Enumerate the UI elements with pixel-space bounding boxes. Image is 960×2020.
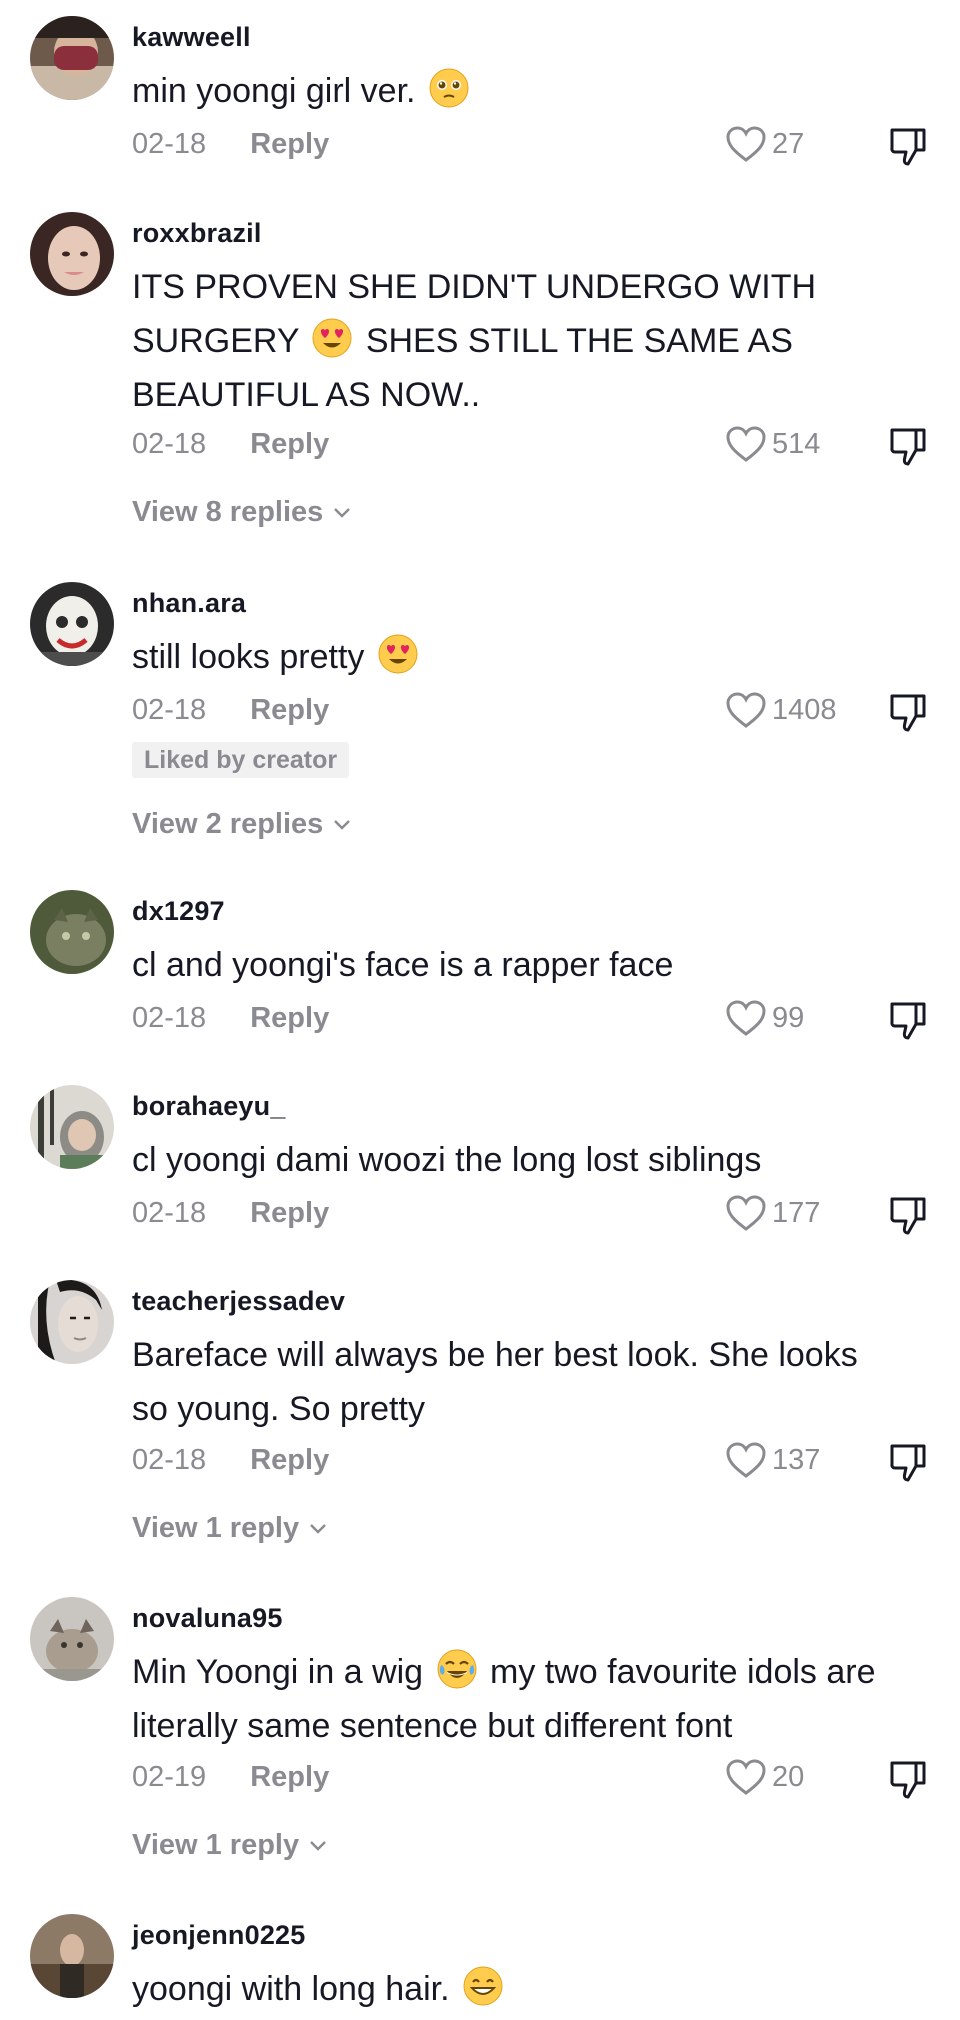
heart-icon [726, 426, 766, 462]
like-button[interactable]: 177 [724, 1191, 820, 1235]
avatar[interactable] [30, 212, 114, 296]
comment-item: jeonjenn0225 yoongi with long hair. [0, 1914, 960, 2020]
chevron-down-icon [334, 508, 351, 518]
comment-text: yoongi with long hair. [132, 1962, 942, 2016]
pleading-face-emoji-icon [429, 68, 469, 108]
reply-button[interactable]: Reply [250, 998, 329, 1038]
like-count: 27 [772, 127, 805, 160]
heart-eyes-emoji-icon [378, 634, 418, 674]
view-replies-button[interactable]: View 1 reply [132, 1825, 329, 1865]
heart-icon [726, 692, 766, 728]
tears-of-joy-emoji-icon [437, 1649, 477, 1689]
comment-text: cl yoongi dami woozi the long lost sibli… [132, 1141, 762, 1179]
comment-text: Min Yoongi in a wig my two favourite ido… [132, 1645, 942, 1753]
comment-meta: 02-18 Reply [132, 1440, 329, 1480]
comment-item: borahaeyu_ cl yoongi dami woozi the long… [0, 1085, 960, 1245]
username[interactable]: kawweell [132, 22, 251, 53]
heart-icon [726, 1195, 766, 1231]
comment-text: ITS PROVEN SHE DIDN'T UNDERGO WITH SURGE… [132, 268, 817, 414]
comment-item: nhan.ara still looks pretty 02-18 Reply … [0, 582, 960, 852]
view-replies-button[interactable]: View 8 replies [132, 492, 353, 532]
chevron-down-icon [310, 1524, 326, 1534]
comment-meta: 02-18 Reply [132, 998, 329, 1038]
view-replies-button[interactable]: View 1 reply [132, 1508, 329, 1548]
comment-date: 02-18 [132, 1197, 207, 1229]
avatar[interactable] [30, 890, 114, 974]
comment-date: 02-18 [132, 1002, 207, 1034]
username[interactable]: borahaeyu_ [132, 1091, 286, 1122]
username[interactable]: nhan.ara [132, 588, 246, 619]
reply-button[interactable]: Reply [250, 424, 329, 464]
avatar[interactable] [30, 1597, 114, 1681]
username[interactable]: roxxbrazil [132, 218, 262, 249]
comment-meta: 02-18 Reply [132, 690, 329, 730]
dislike-icon[interactable] [886, 1440, 930, 1484]
heart-icon [726, 126, 766, 162]
like-count: 20 [772, 1760, 805, 1793]
comment-date: 02-18 [132, 1444, 207, 1476]
grinning-face-emoji-icon [463, 1966, 503, 2006]
like-button[interactable]: 137 [724, 1438, 820, 1482]
dislike-icon[interactable] [886, 998, 930, 1042]
like-count: 1408 [772, 693, 837, 726]
heart-eyes-emoji-icon [312, 318, 352, 358]
comment-meta: 02-18 Reply [132, 124, 329, 164]
like-button[interactable]: 99 [724, 996, 804, 1040]
chevron-down-icon [310, 1841, 326, 1851]
comment-text: Bareface will always be her best look. S… [132, 1336, 858, 1428]
reply-button[interactable]: Reply [250, 1757, 329, 1797]
comment-item: roxxbrazil ITS PROVEN SHE DIDN'T UNDERGO… [0, 212, 960, 552]
like-button[interactable]: 20 [724, 1755, 804, 1799]
like-count: 99 [772, 1001, 805, 1034]
like-count: 177 [772, 1196, 821, 1229]
comment-date: 02-19 [132, 1761, 207, 1793]
comment-text: cl and yoongi's face is a rapper face [132, 946, 674, 984]
comment-date: 02-18 [132, 694, 207, 726]
comment-date: 02-18 [132, 428, 207, 460]
like-button[interactable]: 27 [724, 122, 804, 166]
comment-date: 02-18 [132, 128, 207, 160]
like-button[interactable]: 1408 [724, 688, 837, 732]
username[interactable]: novaluna95 [132, 1603, 283, 1634]
dislike-icon[interactable] [886, 124, 930, 168]
comment-text: min yoongi girl ver. [132, 64, 942, 118]
comment-meta: 02-18 Reply [132, 424, 329, 464]
avatar[interactable] [30, 1280, 114, 1364]
view-replies-button[interactable]: View 2 replies [132, 804, 353, 844]
like-count: 514 [772, 427, 821, 460]
dislike-icon[interactable] [886, 424, 930, 468]
username[interactable]: dx1297 [132, 896, 225, 927]
comment-meta: 02-18 Reply [132, 1193, 329, 1233]
username[interactable]: teacherjessadev [132, 1286, 345, 1317]
comment-item: kawweell min yoongi girl ver. 02-18 Repl… [0, 16, 960, 176]
avatar[interactable] [30, 1085, 114, 1169]
like-count: 137 [772, 1443, 821, 1476]
comment-item: teacherjessadev Bareface will always be … [0, 1280, 960, 1560]
comment-text: still looks pretty [132, 630, 942, 684]
dislike-icon[interactable] [886, 1757, 930, 1801]
reply-button[interactable]: Reply [250, 690, 329, 730]
avatar[interactable] [30, 582, 114, 666]
reply-button[interactable]: Reply [250, 124, 329, 164]
heart-icon [726, 1442, 766, 1478]
dislike-icon[interactable] [886, 690, 930, 734]
username[interactable]: jeonjenn0225 [132, 1920, 305, 1951]
heart-icon [726, 1000, 766, 1036]
comment-item: novaluna95 Min Yoongi in a wig my two fa… [0, 1597, 960, 1877]
comment-item: dx1297 cl and yoongi's face is a rapper … [0, 890, 960, 1050]
reply-button[interactable]: Reply [250, 1193, 329, 1233]
chevron-down-icon [334, 820, 351, 830]
reply-button[interactable]: Reply [250, 1440, 329, 1480]
heart-icon [726, 1759, 766, 1795]
avatar[interactable] [30, 1914, 114, 1998]
liked-by-creator-badge: Liked by creator [132, 742, 350, 778]
like-button[interactable]: 514 [724, 422, 820, 466]
avatar[interactable] [30, 16, 114, 100]
comment-meta: 02-19 Reply [132, 1757, 329, 1797]
dislike-icon[interactable] [886, 1193, 930, 1237]
